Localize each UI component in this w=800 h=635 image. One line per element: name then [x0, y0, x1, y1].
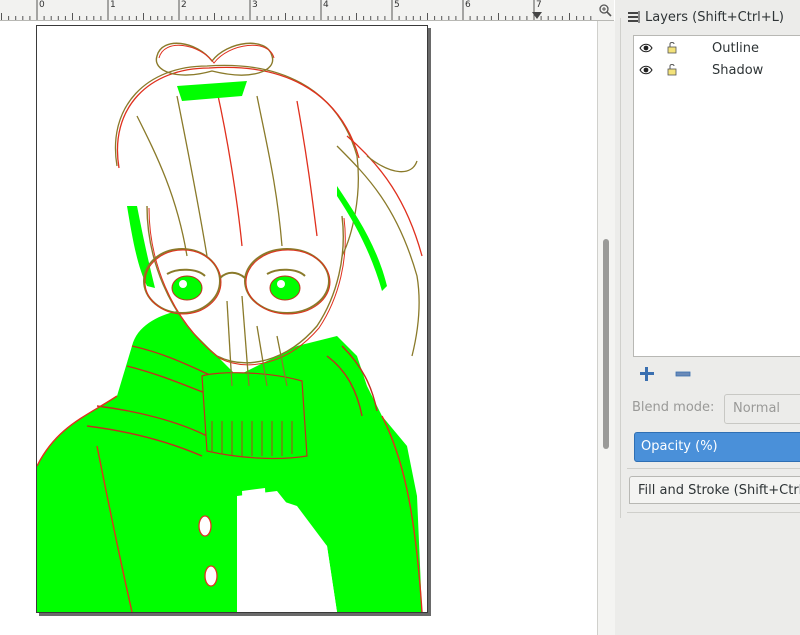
panel-divider: [627, 468, 800, 469]
fill-stroke-panel-title: Fill and Stroke (Shift+Ctrl+F): [638, 482, 800, 498]
dock-panel: Layers (Shift+Ctrl+L) Outline Shadow Ble…: [615, 0, 800, 635]
panel-divider: [627, 512, 800, 513]
ruler-label-3: 3: [252, 0, 258, 10]
horizontal-ruler[interactable]: 0 1 2 3 4 5 6 7: [0, 0, 596, 21]
layers-icon: [628, 11, 640, 23]
opacity-label: Opacity (%): [641, 439, 718, 454]
layer-row-outline[interactable]: Outline: [634, 38, 800, 60]
blend-mode-label: Blend mode:: [632, 400, 715, 415]
opacity-slider[interactable]: Opacity (%): [634, 432, 800, 462]
zoom-corner-button[interactable]: [596, 0, 614, 21]
layers-list[interactable]: Outline Shadow: [633, 35, 800, 357]
ruler-cursor-marker-icon: [532, 12, 542, 19]
layers-panel-title: Layers (Shift+Ctrl+L): [645, 9, 785, 25]
dock-grip-handle[interactable]: [619, 18, 622, 518]
ruler-label-6: 6: [465, 0, 471, 10]
document-page[interactable]: [36, 25, 428, 613]
unlocked-icon[interactable]: [666, 63, 678, 77]
ruler-label-1: 1: [110, 0, 116, 10]
blend-mode-select[interactable]: Normal: [724, 394, 800, 424]
anime-girl-artwork[interactable]: [36, 26, 427, 613]
minus-icon[interactable]: [675, 371, 691, 377]
layers-panel-header[interactable]: Layers (Shift+Ctrl+L): [627, 7, 784, 27]
layer-name[interactable]: Outline: [712, 41, 759, 56]
eye-icon[interactable]: [639, 64, 653, 76]
layer-name[interactable]: Shadow: [712, 63, 763, 78]
eye-icon[interactable]: [639, 42, 653, 54]
ruler-label-4: 4: [323, 0, 329, 10]
zoom-icon: [599, 4, 612, 17]
fill-stroke-panel-header[interactable]: Fill and Stroke (Shift+Ctrl+F): [629, 476, 800, 504]
ruler-ticks: [1, 0, 592, 20]
layer-row-shadow[interactable]: Shadow: [634, 60, 800, 82]
scrollbar-thumb[interactable]: [603, 239, 609, 449]
vertical-scrollbar[interactable]: [597, 21, 616, 635]
ruler-label-2: 2: [181, 0, 187, 10]
ruler-label-7: 7: [536, 0, 542, 10]
ruler-label-5: 5: [394, 0, 400, 10]
plus-icon[interactable]: [639, 366, 655, 382]
blend-mode-value: Normal: [733, 401, 781, 416]
ruler-label-0: 0: [39, 0, 45, 10]
drawing-canvas[interactable]: [0, 21, 596, 635]
unlocked-icon[interactable]: [666, 41, 678, 55]
